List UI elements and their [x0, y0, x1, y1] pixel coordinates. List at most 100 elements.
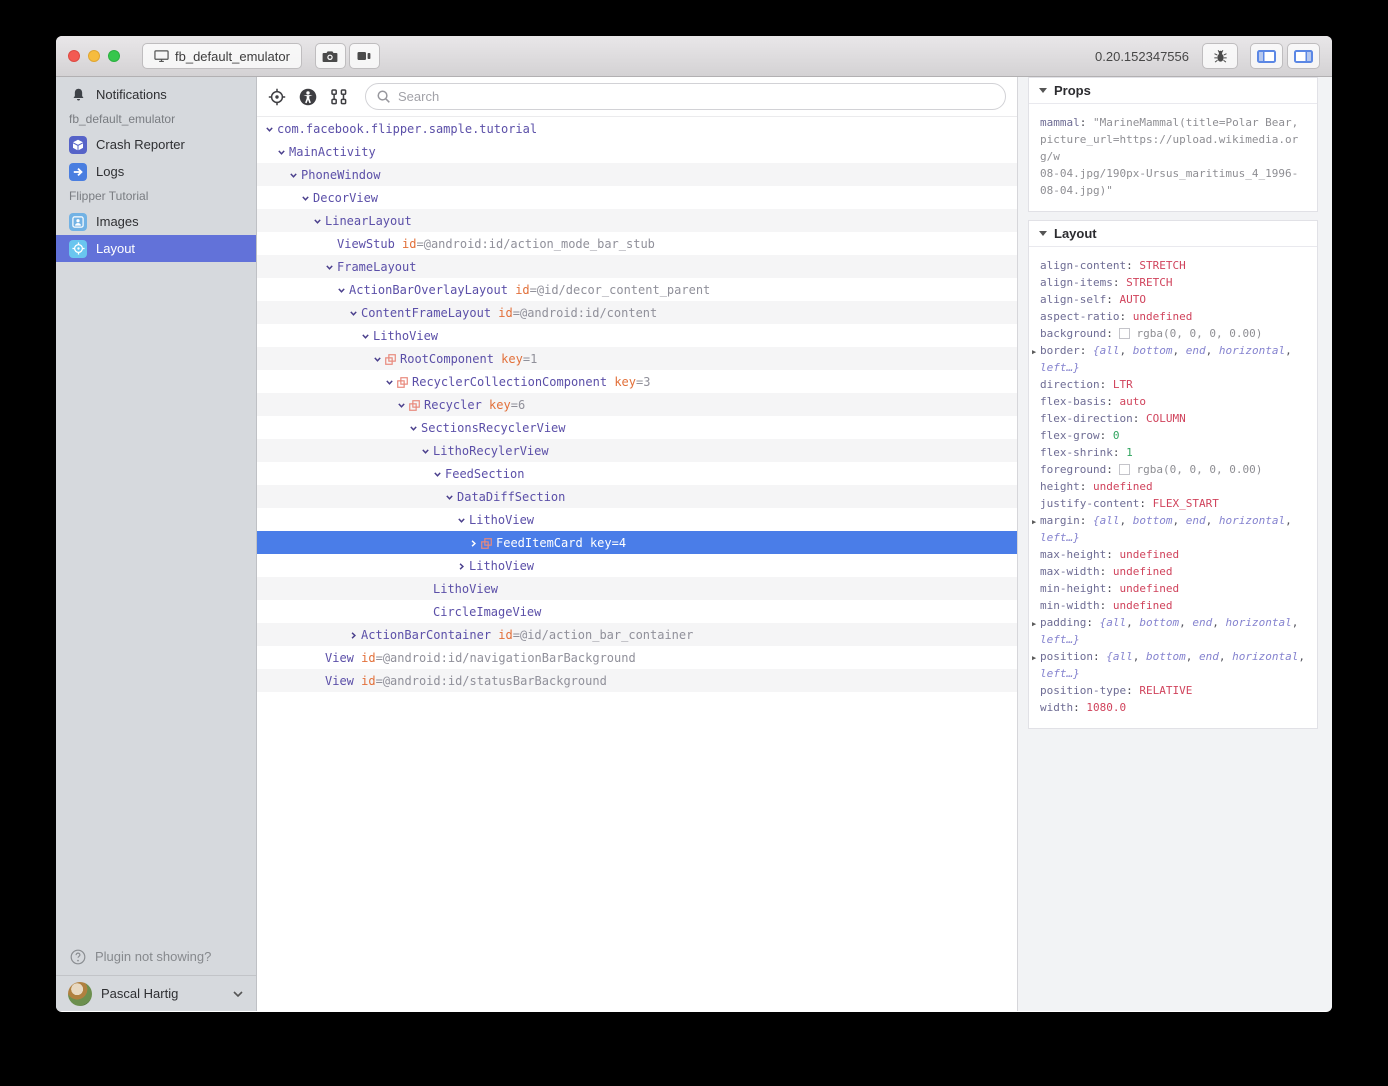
- sidebar-item-images[interactable]: Images: [56, 208, 256, 235]
- chevron-down-icon[interactable]: [325, 261, 337, 272]
- chevron-down-icon[interactable]: [445, 491, 457, 502]
- toggle-left-panel-button[interactable]: [1250, 43, 1283, 69]
- tree-node-viewstub[interactable]: ViewStub id=@android:id/action_mode_bar_…: [257, 232, 1017, 255]
- layout-prop-min-width: min-width: undefined: [1040, 597, 1311, 614]
- tree-node-lithoview[interactable]: LithoView: [257, 554, 1017, 577]
- tree-node-com-facebook-flipper-sample-tutorial[interactable]: com.facebook.flipper.sample.tutorial: [257, 117, 1017, 140]
- chevron-down-icon[interactable]: [361, 330, 373, 341]
- chevron-down-icon[interactable]: [409, 422, 421, 433]
- expand-arrow-icon[interactable]: ▶: [1032, 514, 1036, 531]
- chevron-down-icon[interactable]: [301, 192, 313, 203]
- node-name: SectionsRecyclerView: [421, 421, 566, 435]
- tree-node-mainactivity[interactable]: MainActivity: [257, 140, 1017, 163]
- layout-prop-aspect-ratio: aspect-ratio: undefined: [1040, 308, 1311, 325]
- search-input[interactable]: [398, 89, 995, 104]
- layout-icon: [69, 240, 87, 258]
- layout-prop-flex-basis: flex-basis: auto: [1040, 393, 1311, 410]
- chevron-right-icon[interactable]: [457, 561, 469, 571]
- screen-record-button[interactable]: [349, 43, 380, 69]
- chevron-down-icon[interactable]: [433, 468, 445, 479]
- toggle-right-panel-button[interactable]: [1287, 43, 1320, 69]
- sidebar-item-crash-reporter[interactable]: Crash Reporter: [56, 131, 256, 158]
- bug-report-button[interactable]: [1202, 43, 1238, 69]
- layout-prop-border[interactable]: ▶border: {all, bottom, end, horizontal, …: [1040, 342, 1311, 376]
- expand-arrow-icon[interactable]: ▶: [1032, 650, 1036, 667]
- user-account-row[interactable]: Pascal Hartig: [56, 975, 256, 1011]
- tree-node-contentframelayout[interactable]: ContentFrameLayout id=@android:id/conten…: [257, 301, 1017, 324]
- chevron-down-icon[interactable]: [277, 146, 289, 157]
- target-mode-icon[interactable]: [268, 88, 286, 106]
- layout-section-header[interactable]: Layout: [1029, 221, 1317, 247]
- tree-node-framelayout[interactable]: FrameLayout: [257, 255, 1017, 278]
- layout-prop-margin[interactable]: ▶margin: {all, bottom, end, horizontal, …: [1040, 512, 1311, 546]
- sidebar-item-notifications[interactable]: Notifications: [56, 81, 256, 108]
- tree-node-lithoview[interactable]: LithoView: [257, 577, 1017, 600]
- chevron-right-icon[interactable]: [349, 630, 361, 640]
- node-name: CircleImageView: [433, 605, 541, 619]
- chevron-down-icon[interactable]: [385, 376, 397, 387]
- close-button[interactable]: [68, 50, 80, 62]
- layout-prop-align-items: align-items: STRETCH: [1040, 274, 1311, 291]
- expand-arrow-icon[interactable]: ▶: [1032, 344, 1036, 361]
- node-name: ActionBarContainer: [361, 628, 491, 642]
- expand-tree-icon[interactable]: [330, 88, 348, 106]
- tree-node-linearlayout[interactable]: LinearLayout: [257, 209, 1017, 232]
- plugin-help-link[interactable]: Plugin not showing?: [56, 938, 256, 975]
- chevron-down-icon[interactable]: [313, 215, 325, 226]
- tree-node-sectionsrecyclerview[interactable]: SectionsRecyclerView: [257, 416, 1017, 439]
- chevron-right-icon[interactable]: [469, 538, 481, 548]
- node-name: FrameLayout: [337, 260, 416, 274]
- tree-node-lithoview[interactable]: LithoView: [257, 508, 1017, 531]
- node-name: ViewStub: [337, 237, 395, 251]
- layout-prop-min-height: min-height: undefined: [1040, 580, 1311, 597]
- tree-node-circleimageview[interactable]: CircleImageView: [257, 600, 1017, 623]
- node-attr-key: key: [489, 398, 511, 412]
- chevron-down-icon[interactable]: [397, 399, 409, 410]
- search-box: [365, 83, 1006, 110]
- tree-node-lithorecylerview[interactable]: LithoRecylerView: [257, 439, 1017, 462]
- expand-arrow-icon[interactable]: ▶: [1032, 616, 1036, 633]
- color-swatch: [1119, 464, 1130, 475]
- chevron-down-icon[interactable]: [265, 123, 277, 134]
- node-name: ContentFrameLayout: [361, 306, 491, 320]
- zoom-button[interactable]: [108, 50, 120, 62]
- tree-node-recycler[interactable]: Recycler key=6: [257, 393, 1017, 416]
- node-name: DecorView: [313, 191, 378, 205]
- node-name: LithoView: [469, 513, 534, 527]
- chevron-down-icon[interactable]: [337, 284, 349, 295]
- tree-node-decorview[interactable]: DecorView: [257, 186, 1017, 209]
- minimize-button[interactable]: [88, 50, 100, 62]
- sidebar-nav: Notificationsfb_default_emulatorCrash Re…: [56, 77, 256, 938]
- tree-node-lithoview[interactable]: LithoView: [257, 324, 1017, 347]
- accessibility-mode-icon[interactable]: [299, 88, 317, 106]
- tree-node-actionbarcontainer[interactable]: ActionBarContainer id=@id/action_bar_con…: [257, 623, 1017, 646]
- layout-prop-padding[interactable]: ▶padding: {all, bottom, end, horizontal,…: [1040, 614, 1311, 648]
- tree-node-view[interactable]: View id=@android:id/navigationBarBackgro…: [257, 646, 1017, 669]
- layout-prop-position[interactable]: ▶position: {all, bottom, end, horizontal…: [1040, 648, 1311, 682]
- sidebar-item-layout[interactable]: Layout: [56, 235, 256, 262]
- chevron-down-icon[interactable]: [421, 445, 433, 456]
- tree-node-datadiffsection[interactable]: DataDiffSection: [257, 485, 1017, 508]
- node-name: MainActivity: [289, 145, 376, 159]
- chevron-down-icon[interactable]: [373, 353, 385, 364]
- node-attr-value: @id/decor_content_parent: [537, 283, 710, 297]
- node-name: LithoRecylerView: [433, 444, 549, 458]
- device-selector-tab[interactable]: fb_default_emulator: [142, 43, 302, 69]
- tree-node-actionbaroverlaylayout[interactable]: ActionBarOverlayLayout id=@id/decor_cont…: [257, 278, 1017, 301]
- tree-node-view[interactable]: View id=@android:id/statusBarBackground: [257, 669, 1017, 692]
- layout-prop-width: width: 1080.0: [1040, 699, 1311, 716]
- chevron-down-icon[interactable]: [349, 307, 361, 318]
- layout-prop-flex-grow: flex-grow: 0: [1040, 427, 1311, 444]
- tree-node-feeditemcard[interactable]: FeedItemCard key=4: [257, 531, 1017, 554]
- chevron-down-icon[interactable]: [289, 169, 301, 180]
- tree-node-recyclercollectioncomponent[interactable]: RecyclerCollectionComponent key=3: [257, 370, 1017, 393]
- props-section-header[interactable]: Props: [1029, 78, 1317, 104]
- tree-node-feedsection[interactable]: FeedSection: [257, 462, 1017, 485]
- sidebar-item-logs[interactable]: Logs: [56, 158, 256, 185]
- prop-line: picture_url=https://upload.wikimedia.org…: [1040, 131, 1311, 165]
- tree-node-rootcomponent[interactable]: RootComponent key=1: [257, 347, 1017, 370]
- chevron-down-icon[interactable]: [457, 514, 469, 525]
- node-name: LithoView: [469, 559, 534, 573]
- tree-node-phonewindow[interactable]: PhoneWindow: [257, 163, 1017, 186]
- screenshot-button[interactable]: [315, 43, 346, 69]
